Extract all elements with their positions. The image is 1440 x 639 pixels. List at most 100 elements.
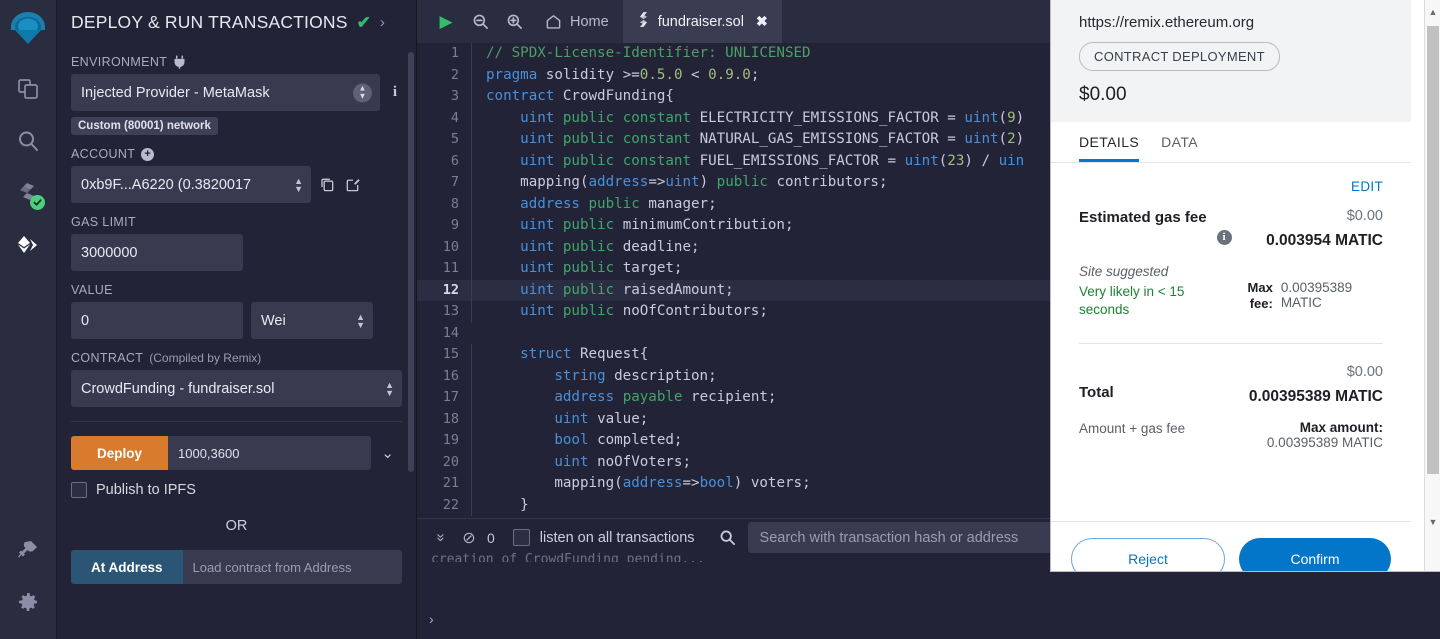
copy-account-icon[interactable] [319, 176, 336, 193]
or-separator: OR [225, 518, 248, 534]
edit-account-icon[interactable] [344, 176, 361, 193]
metamask-header: https://remix.ethereum.org CONTRACT DEPL… [1051, 0, 1411, 122]
total-fiat: $0.00 [1346, 364, 1383, 380]
deploy-arguments-value: 1000,3600 [178, 445, 240, 461]
tab-home[interactable]: Home [531, 0, 623, 43]
max-amount-col: Max amount: 0.00395389 MATIC [1267, 420, 1383, 450]
panel-body: ENVIRONMENT Injected Provider - MetaMask… [57, 55, 416, 584]
metamask-confirmation-popup: https://remix.ethereum.org CONTRACT DEPL… [1050, 0, 1440, 572]
scroll-down-arrow-icon[interactable]: ▼ [1425, 514, 1440, 530]
line-number: 19 [442, 432, 459, 448]
metamask-scroll-thumb[interactable] [1427, 26, 1439, 474]
amount-plus-gas-label: Amount + gas fee [1079, 421, 1186, 436]
at-address-input[interactable] [182, 550, 402, 584]
tab-home-label: Home [570, 13, 609, 30]
publish-ipfs-row[interactable]: Publish to IPFS [71, 482, 402, 498]
gas-info-icon[interactable]: i [1216, 230, 1232, 245]
deploy-arguments-input[interactable]: 1000,3600 [168, 436, 372, 470]
line-content: uint public deadline; [471, 236, 700, 258]
deploy-expand-chevron-down-icon[interactable]: ⌄ [371, 444, 402, 462]
account-label-text: ACCOUNT [71, 147, 136, 161]
line-content: struct Request{ [471, 344, 648, 366]
contract-value: CrowdFunding - fundraiser.sol [81, 380, 275, 397]
scroll-up-arrow-icon[interactable]: ▲ [1425, 4, 1440, 20]
environment-info-icon[interactable]: i [388, 84, 402, 101]
deploy-button[interactable]: Deploy [71, 436, 169, 470]
search-icon[interactable] [5, 118, 51, 164]
gas-limit-value: 3000000 [81, 244, 138, 261]
line-content: uint public constant ELECTRICITY_EMISSIO… [471, 107, 1024, 129]
estimated-gas-row: Estimated gas fee i $0.00 0.003954 MATIC [1079, 208, 1383, 250]
contract-select-arrows-icon: ▲ ▼ [385, 379, 394, 398]
account-select[interactable]: 0xb9F...A6220 (0.3820017 ▲ ▼ [71, 166, 311, 203]
file-explorer-icon[interactable] [5, 66, 51, 112]
plugin-manager-icon[interactable] [5, 527, 51, 573]
home-icon [545, 13, 562, 30]
clear-console-icon[interactable]: ⊘ [455, 528, 483, 548]
value-amount: 0 [81, 312, 90, 329]
line-content: mapping(address=>uint) public contributo… [471, 172, 888, 194]
terminal-collapse-icon[interactable]: » [433, 524, 450, 552]
add-account-icon[interactable]: + [141, 147, 155, 161]
gas-limit-input[interactable]: 3000000 [71, 234, 243, 271]
network-badge: Custom (80001) network [71, 117, 218, 135]
max-fee-label: Max fee: [1247, 280, 1273, 311]
deploy-run-icon[interactable] [5, 222, 51, 268]
line-content: bool completed; [471, 430, 682, 452]
zoom-in-icon[interactable] [497, 0, 531, 43]
deploy-run-panel: DEPLOY & RUN TRANSACTIONS ✔ › ENVIRONMEN… [57, 0, 417, 639]
tab-fundraiser-sol[interactable]: fundraiser.sol ✖ [622, 0, 782, 43]
line-number: 6 [450, 152, 459, 169]
terminal-prompt-icon[interactable]: › [429, 611, 434, 627]
estimated-gas-values: $0.00 0.003954 MATIC [1242, 208, 1383, 250]
panel-scrollbar[interactable] [408, 52, 414, 472]
value-unit-select[interactable]: Wei ▲ ▼ [251, 302, 373, 339]
panel-divider [71, 421, 402, 422]
settings-gear-icon[interactable] [5, 579, 51, 625]
environment-row: Injected Provider - MetaMask ▲ ▼ i [71, 74, 402, 111]
reject-button[interactable]: Reject [1071, 538, 1225, 571]
remix-logo [5, 6, 51, 52]
edit-gas-button[interactable]: EDIT [1079, 163, 1383, 194]
contract-select[interactable]: CrowdFunding - fundraiser.sol ▲ ▼ [71, 370, 402, 407]
line-number: 5 [450, 131, 459, 147]
confirm-button[interactable]: Confirm [1239, 538, 1391, 571]
tab-details[interactable]: DETAILS [1079, 122, 1140, 162]
listen-all-transactions-checkbox[interactable] [512, 529, 530, 546]
value-row: 0 Wei ▲ ▼ [71, 302, 402, 339]
line-number: 20 [442, 453, 459, 470]
line-content: uint public constant NATURAL_GAS_EMISSIO… [471, 129, 1024, 151]
max-amount-label: Max amount: [1299, 420, 1383, 435]
run-script-play-icon[interactable]: ▶ [429, 0, 463, 43]
line-number: 21 [442, 475, 459, 491]
terminal-search-icon[interactable] [719, 529, 736, 546]
close-tab-icon[interactable]: ✖ [756, 13, 768, 30]
line-content: // SPDX-License-Identifier: UNLICENSED [471, 43, 811, 65]
gas-speed-row: Site suggested Very likely in < 15 secon… [1079, 264, 1383, 319]
line-number: 4 [450, 109, 459, 126]
contract-label-sub: (Compiled by Remix) [149, 351, 262, 365]
environment-select[interactable]: Injected Provider - MetaMask ▲ ▼ [71, 74, 380, 111]
line-number: 2 [450, 66, 459, 83]
line-number: 7 [450, 174, 459, 190]
contract-deployment-badge[interactable]: CONTRACT DEPLOYMENT [1079, 42, 1280, 71]
at-address-button[interactable]: At Address [71, 550, 183, 584]
publish-ipfs-label: Publish to IPFS [96, 482, 196, 498]
publish-ipfs-checkbox[interactable] [71, 482, 87, 498]
gas-limit-label: GAS LIMIT [71, 215, 136, 229]
line-content: string description; [471, 365, 717, 387]
value-input[interactable]: 0 [71, 302, 243, 339]
remix-ide-window: DEPLOY & RUN TRANSACTIONS ✔ › ENVIRONMEN… [0, 0, 1440, 639]
tab-data[interactable]: DATA [1161, 122, 1198, 162]
contract-label-text: CONTRACT [71, 351, 144, 365]
gas-speed-estimate: Very likely in < 15 seconds [1079, 284, 1185, 317]
max-amount-value: 0.00395389 MATIC [1266, 435, 1383, 450]
line-content: mapping(address=>bool) voters; [471, 473, 811, 495]
line-number: 11 [442, 260, 459, 276]
estimated-gas-label-col: Estimated gas fee [1079, 208, 1207, 228]
panel-expand-chevron-icon[interactable]: › [380, 14, 385, 31]
metamask-content: https://remix.ethereum.org CONTRACT DEPL… [1051, 0, 1411, 571]
metamask-scrollbar[interactable]: ▲ ▼ [1424, 0, 1440, 571]
zoom-out-icon[interactable] [463, 0, 497, 43]
solidity-compiler-icon[interactable] [5, 170, 51, 216]
